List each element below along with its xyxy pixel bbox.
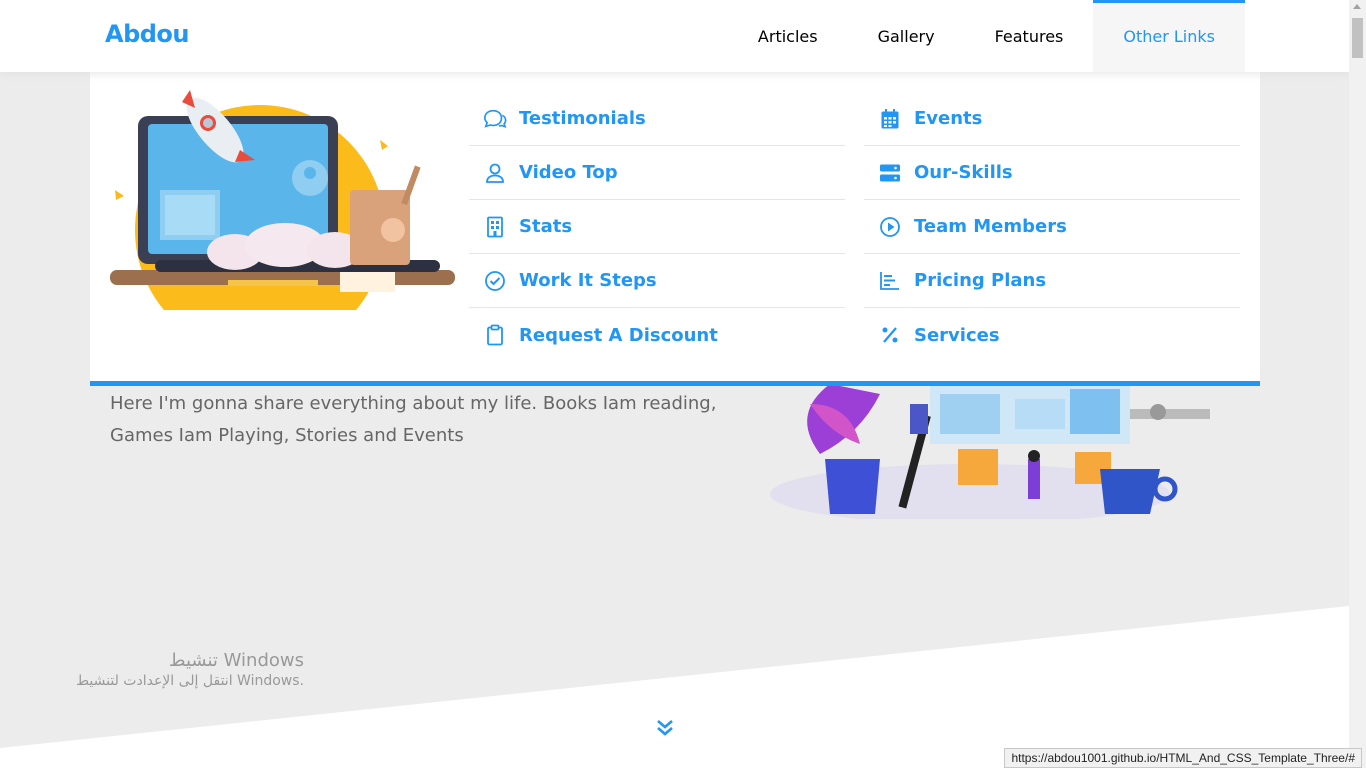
menu-item-services[interactable]: Services <box>864 308 1240 362</box>
link-status-bar: https://abdou1001.github.io/HTML_And_CSS… <box>1004 748 1362 768</box>
menu-item-work-it-steps[interactable]: Work It Steps <box>469 254 845 308</box>
watermark-subtitle: انتقل إلى الإعدادت لتنشيط Windows. <box>76 673 304 689</box>
percent-icon <box>878 323 902 347</box>
mega-menu-column-1: Testimonials Video Top Stats Work It Ste… <box>469 92 845 362</box>
nav-label: Other Links <box>1123 26 1215 46</box>
windows-activation-watermark: تنشيط Windows انتقل إلى الإعدادت لتنشيط … <box>68 650 304 689</box>
nav-label: Gallery <box>877 26 935 46</box>
check-circle-icon <box>483 269 507 293</box>
scrollbar-thumb[interactable] <box>1352 18 1363 58</box>
menu-item-video-top[interactable]: Video Top <box>469 146 845 200</box>
site-logo[interactable]: Abdou <box>105 20 190 48</box>
mega-menu-column-2: Events Our-Skills Team Members Pricing P… <box>864 92 1240 362</box>
clipboard-icon <box>483 323 507 347</box>
menu-item-events[interactable]: Events <box>864 92 1240 146</box>
menu-item-our-skills[interactable]: Our-Skills <box>864 146 1240 200</box>
server-icon <box>878 161 902 185</box>
menu-item-label: Work It Steps <box>519 270 657 291</box>
menu-item-label: Stats <box>519 216 573 237</box>
menu-item-label: Video Top <box>519 162 618 183</box>
page-scrollbar[interactable] <box>1349 0 1366 768</box>
user-icon <box>483 161 507 185</box>
rocket-laptop-illustration <box>110 90 455 310</box>
menu-item-request-a-discount[interactable]: Request A Discount <box>469 308 845 362</box>
menu-item-label: Pricing Plans <box>914 270 1047 291</box>
nav-label: Articles <box>757 26 818 46</box>
menu-item-label: Our-Skills <box>914 162 1013 183</box>
nav-link-articles[interactable]: Articles <box>728 0 848 72</box>
menu-item-label: Services <box>914 324 1000 346</box>
menu-item-label: Team Members <box>914 216 1067 237</box>
nav-link-other-links[interactable]: Other Links <box>1093 0 1245 72</box>
play-circle-icon <box>878 215 902 239</box>
menu-item-stats[interactable]: Stats <box>469 200 845 254</box>
menu-item-label: Request A Discount <box>519 324 718 346</box>
hero-description: Here I'm gonna share everything about my… <box>110 393 717 446</box>
menu-item-pricing-plans[interactable]: Pricing Plans <box>864 254 1240 308</box>
menu-item-testimonials[interactable]: Testimonials <box>469 92 845 146</box>
nav-label: Features <box>994 26 1064 46</box>
menu-item-team-members[interactable]: Team Members <box>864 200 1240 254</box>
comments-icon <box>483 107 507 131</box>
nav-link-gallery[interactable]: Gallery <box>848 0 965 72</box>
site-header: Abdou Articles Gallery Features Other Li… <box>0 0 1349 72</box>
scroll-down-icon[interactable] <box>656 718 674 742</box>
menu-item-label: Testimonials <box>519 108 646 129</box>
menu-item-label: Events <box>914 108 983 129</box>
watermark-title: تنشيط Windows <box>168 650 304 671</box>
nav-link-features[interactable]: Features <box>965 0 1094 72</box>
hero-illustration <box>770 384 1210 519</box>
building-icon <box>483 215 507 239</box>
scroll-up-arrow-icon[interactable] <box>1353 4 1361 9</box>
mega-menu: Testimonials Video Top Stats Work It Ste… <box>90 72 1260 386</box>
main-nav: Articles Gallery Features Other Links <box>728 0 1245 72</box>
calendar-icon <box>878 107 902 131</box>
chart-icon <box>878 269 902 293</box>
